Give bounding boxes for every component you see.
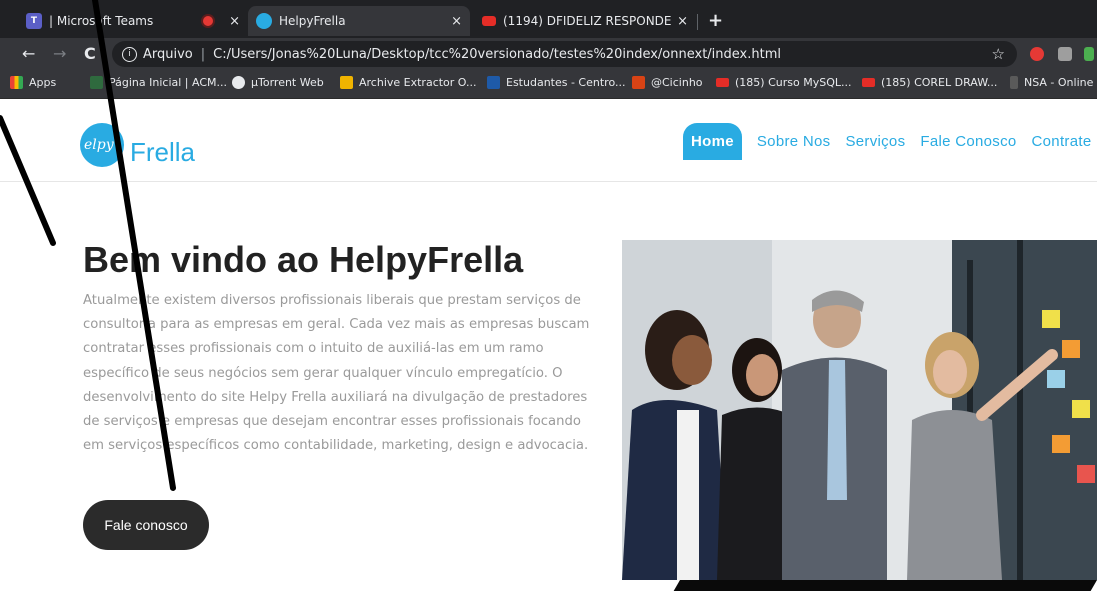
bookmarks-bar: Apps Página Inicial | ACM... µTorrent We… — [0, 70, 1097, 99]
security-label: Arquivo — [143, 46, 193, 62]
helpyfrella-favicon — [256, 13, 272, 29]
teams-icon: T — [26, 13, 42, 29]
tab-helpyfrella[interactable]: HelpyFrella × — [248, 6, 470, 36]
address-bar[interactable]: i Arquivo | C:/Users/Jonas%20Luna/Deskto… — [112, 41, 1017, 67]
back-button[interactable]: ← — [22, 44, 35, 63]
centro-icon — [487, 76, 500, 89]
bookmark-corel-draw[interactable]: (185) COREL DRAW... — [862, 76, 997, 89]
bookmark-curso-mysql[interactable]: (185) Curso MySQL... — [716, 76, 851, 89]
contact-button[interactable]: Fale conosco — [83, 500, 209, 550]
youtube-icon — [716, 78, 729, 87]
nav-servicos[interactable]: Serviços — [845, 133, 905, 150]
nav-contrate[interactable]: Contrate — [1032, 133, 1092, 150]
browser-toolbar: ← → C i Arquivo | C:/Users/Jonas%20Luna/… — [0, 38, 1097, 70]
utorrent-icon — [232, 76, 245, 89]
nsa-icon — [1010, 76, 1018, 89]
youtube-icon — [482, 16, 496, 26]
reload-button[interactable]: C — [84, 44, 96, 63]
site-nav: Home Sobre Nos Serviços Fale Conosco Con… — [683, 121, 1097, 161]
nav-sobre-nos[interactable]: Sobre Nos — [757, 133, 831, 150]
forward-button[interactable]: → — [53, 44, 66, 63]
cicinho-icon — [632, 76, 645, 89]
hero-image-business-team — [622, 240, 1097, 580]
site-logo[interactable]: elpy Frella — [80, 123, 220, 171]
recording-icon — [203, 16, 214, 26]
bookmark-apps[interactable]: Apps — [10, 76, 56, 89]
new-tab-button[interactable]: + — [708, 10, 723, 31]
acm-icon — [90, 76, 103, 89]
hero-title: Bem vindo ao HelpyFrella — [83, 239, 524, 280]
close-tab-icon[interactable]: × — [451, 14, 462, 29]
bookmark-nsa-online[interactable]: NSA - Online — [1010, 76, 1093, 89]
bookmark-utorrent[interactable]: µTorrent Web — [232, 76, 324, 89]
bookmark-cicinho[interactable]: @Cicinho — [632, 76, 703, 89]
page-viewport: elpy Frella Home Sobre Nos Serviços Fale… — [0, 99, 1097, 591]
nav-home[interactable]: Home — [683, 122, 742, 160]
logo-wordmark: Frella — [130, 137, 196, 167]
bookmark-acm[interactable]: Página Inicial | ACM... — [90, 76, 227, 89]
nav-fale-conosco[interactable]: Fale Conosco — [920, 133, 1016, 150]
tab-youtube[interactable]: (1194) DFIDELIZ RESPONDEU O I × — [474, 6, 696, 36]
close-tab-icon[interactable]: × — [229, 14, 240, 29]
info-icon[interactable]: i — [122, 46, 137, 62]
header-divider — [0, 181, 1097, 182]
archive-icon — [340, 76, 353, 89]
bookmark-star-icon[interactable]: ☆ — [992, 45, 1005, 63]
tab-separator — [697, 14, 698, 30]
address-separator: | — [200, 46, 206, 62]
logo-mark: elpy — [84, 137, 114, 153]
bookmark-archive-extractor[interactable]: Archive Extractor O... — [340, 76, 477, 89]
extension-icon[interactable] — [1030, 47, 1044, 61]
tab-microsoft-teams[interactable]: T | Microsoft Teams × — [18, 6, 248, 36]
url-text[interactable]: C:/Users/Jonas%20Luna/Desktop/tcc%20vers… — [213, 47, 781, 62]
hero-description: Atualmente existem diversos profissionai… — [83, 293, 590, 454]
browser-tab-strip: T | Microsoft Teams × HelpyFrella × (119… — [0, 0, 1097, 38]
youtube-icon — [862, 78, 875, 87]
apps-grid-icon — [10, 76, 23, 89]
bookmark-estudantes[interactable]: Estudantes - Centro... — [487, 76, 625, 89]
extension-icon[interactable] — [1084, 47, 1094, 61]
facebook-extension-icon[interactable] — [1058, 47, 1072, 61]
close-tab-icon[interactable]: × — [677, 14, 688, 29]
